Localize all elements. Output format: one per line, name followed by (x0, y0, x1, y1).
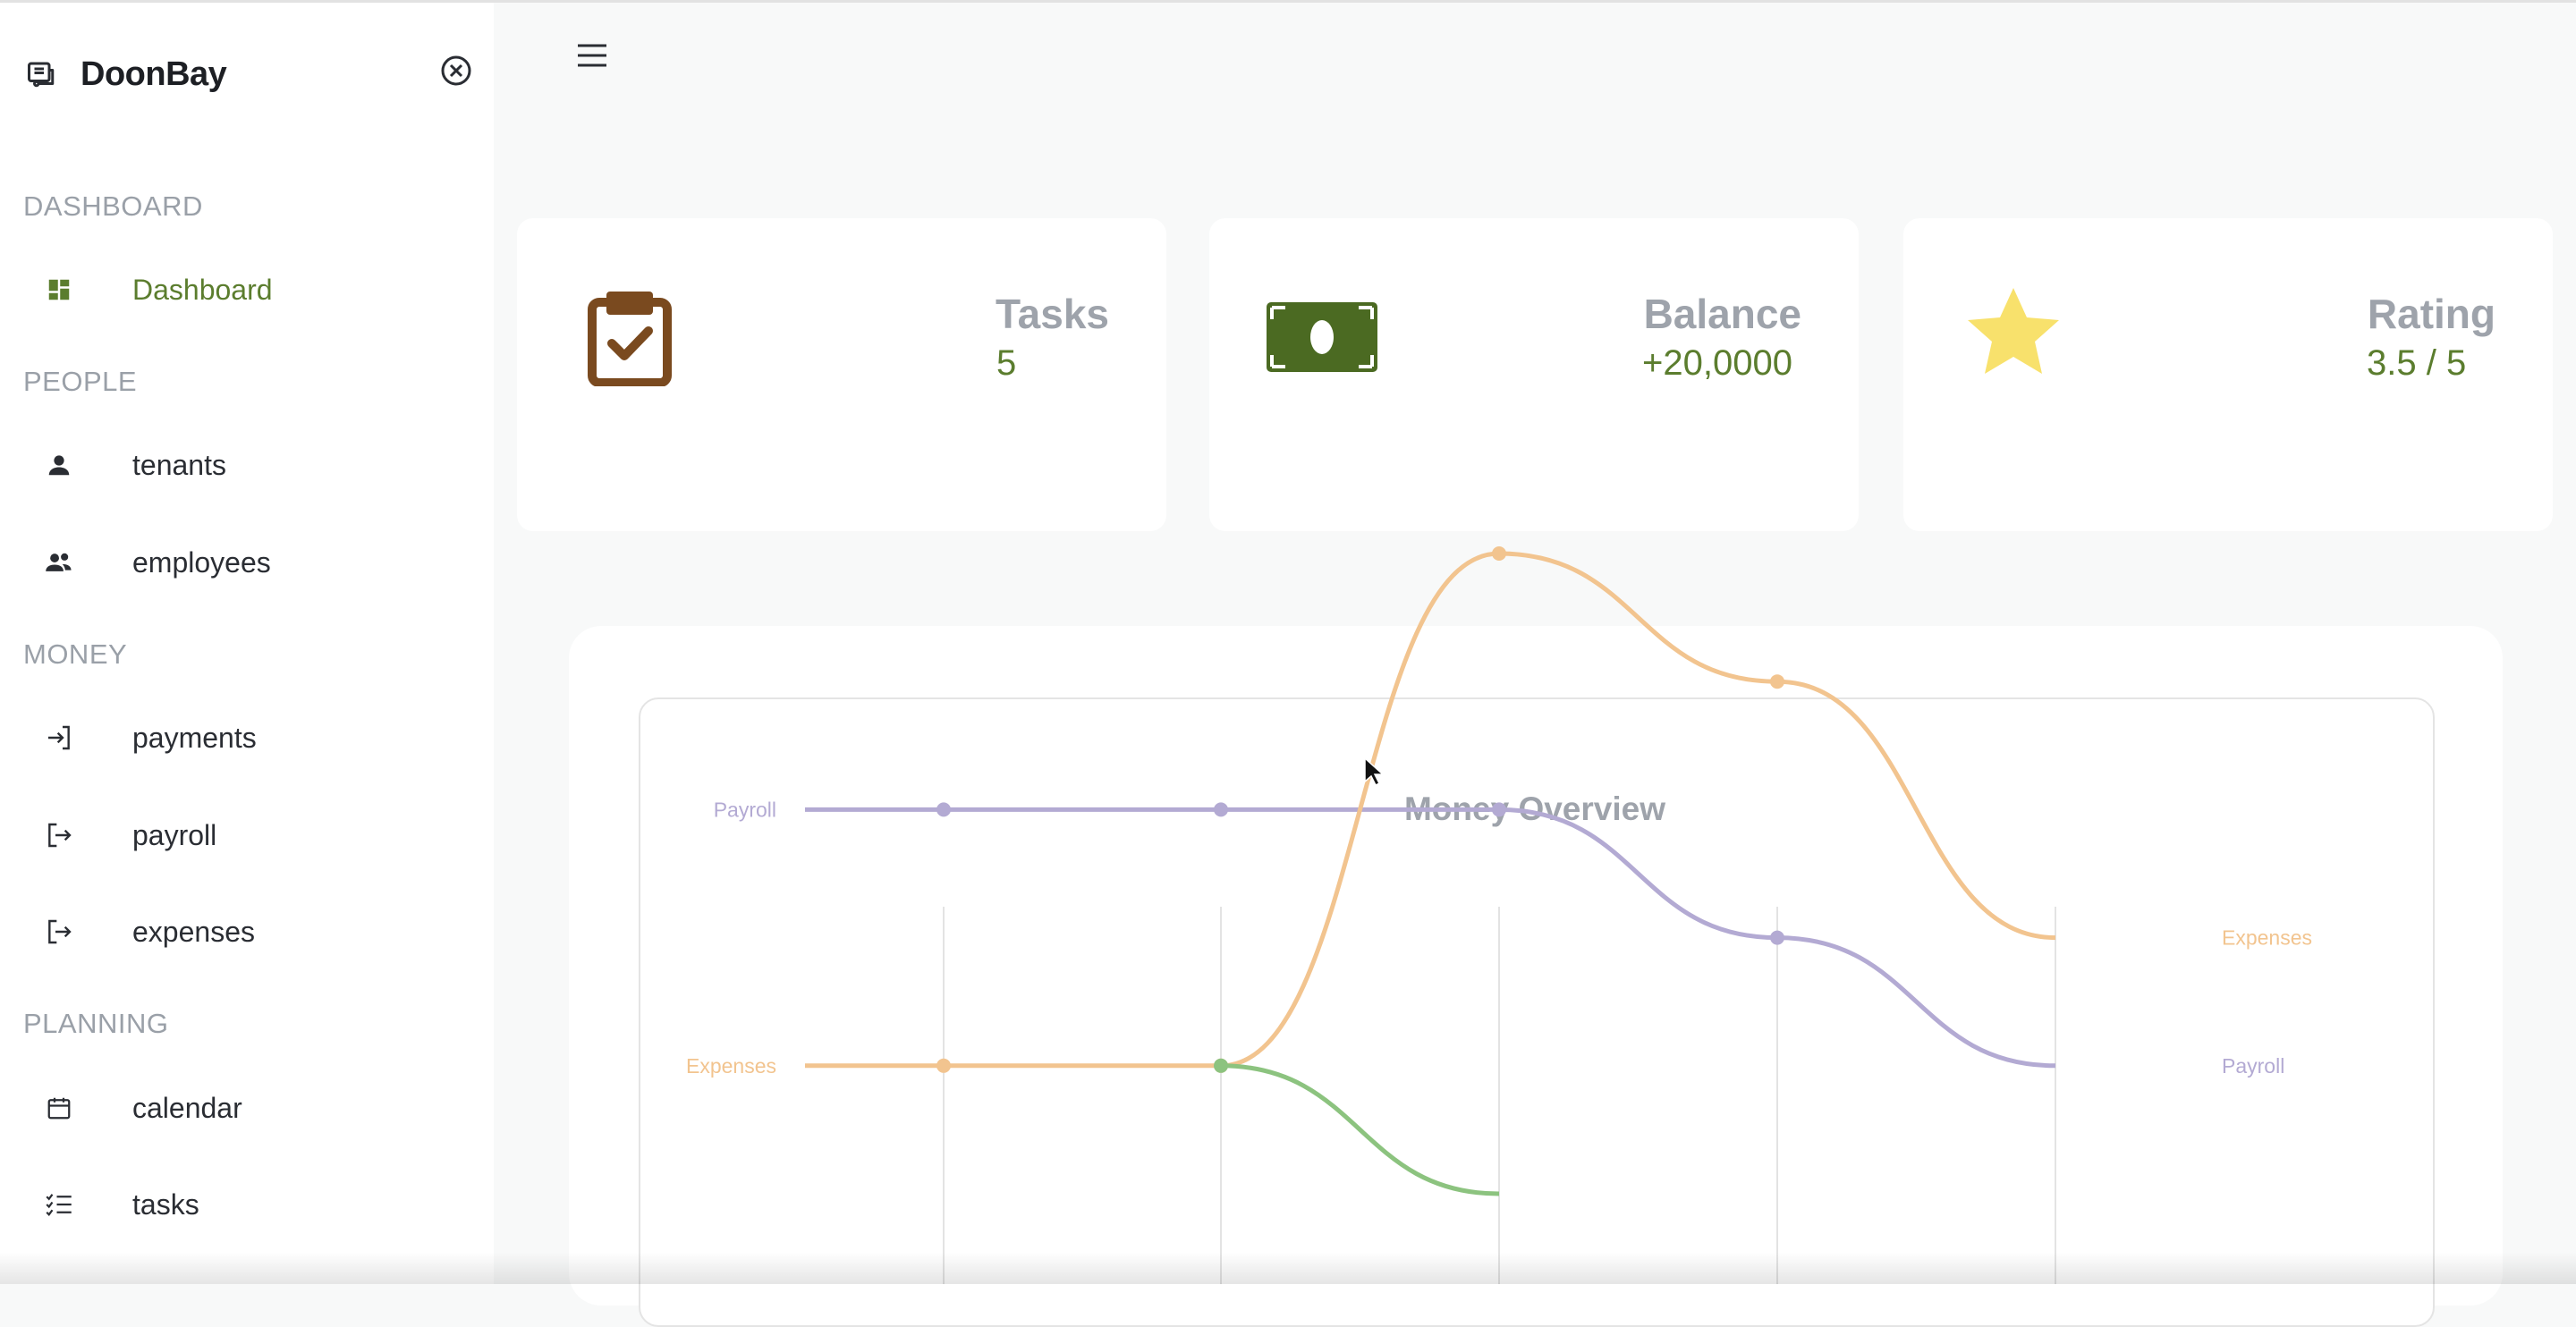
data-point (936, 802, 951, 817)
money-overview-chart: Payroll Payroll Expenses Expenses (686, 546, 2312, 1284)
data-point (936, 1058, 951, 1073)
data-point (1492, 802, 1506, 817)
series-line-payroll (805, 807, 2056, 1069)
data-point (1492, 546, 1506, 561)
series-label-start: Payroll (714, 798, 776, 821)
bottom-shadow (0, 1252, 2576, 1284)
data-point (1214, 1058, 1228, 1073)
series-line-unnamed (1220, 1063, 1500, 1196)
series-label-end: Payroll (2222, 1054, 2284, 1078)
series-label-start: Expenses (686, 1054, 776, 1078)
mouse-cursor-icon (1363, 756, 1385, 791)
data-point (1770, 930, 1784, 945)
data-point (1214, 802, 1228, 817)
series-label-end: Expenses (2222, 926, 2312, 950)
data-point (1770, 674, 1784, 689)
